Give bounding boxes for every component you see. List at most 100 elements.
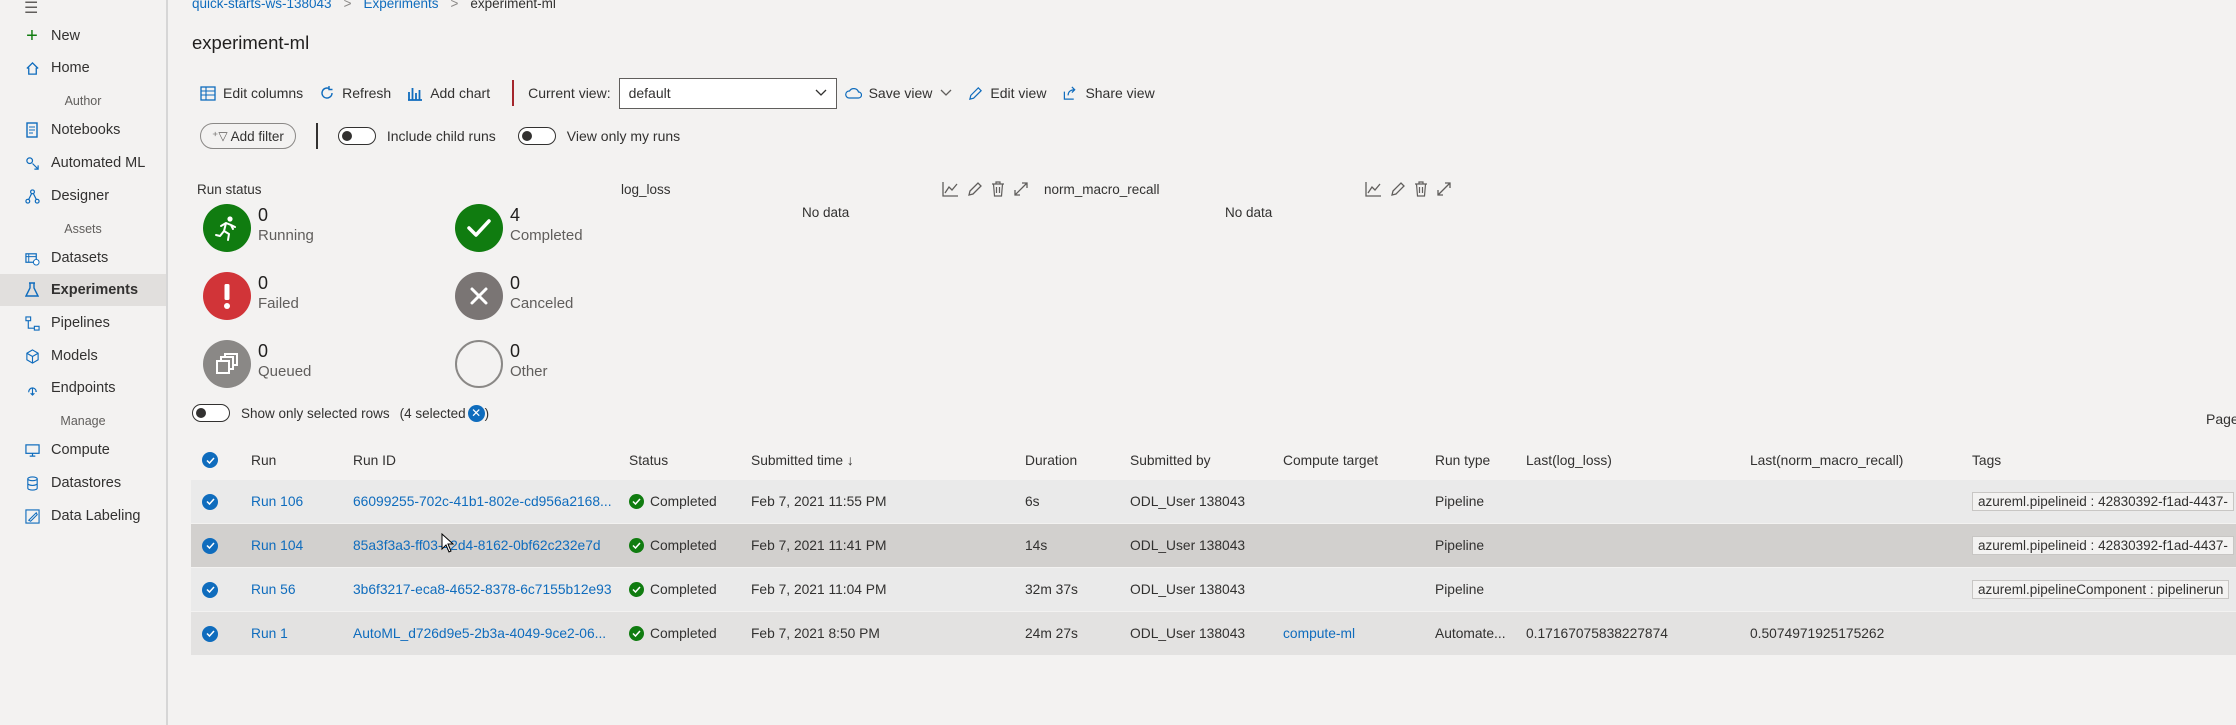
nav-home[interactable]: Home — [0, 52, 166, 84]
nav-datasets[interactable]: Datasets — [0, 242, 166, 274]
current-view-value: default — [628, 85, 671, 101]
duration: 14s — [1025, 538, 1048, 553]
trash-icon[interactable] — [991, 181, 1005, 197]
run-id-link[interactable]: 66099255-702c-41b1-802e-cd956a2168... — [353, 480, 629, 524]
col-run[interactable]: Run — [251, 440, 353, 480]
cube-icon — [24, 348, 40, 364]
last-log-loss: 0.17167075838227874 — [1526, 626, 1668, 641]
breadcrumb-experiments[interactable]: Experiments — [363, 0, 438, 11]
run-link[interactable]: Run 106 — [251, 480, 353, 524]
table-row[interactable]: Run 104 85a3f3a3-ff03-42d4-8162-0bf62c23… — [191, 523, 2236, 568]
select-all-checkbox[interactable] — [191, 440, 251, 480]
nav-models[interactable]: Models — [0, 340, 166, 372]
table-row[interactable]: Run 56 3b6f3217-eca8-4652-8378-6c7155b12… — [191, 567, 2236, 612]
edit-view-button[interactable]: Edit view — [968, 85, 1046, 101]
col-tags[interactable]: Tags — [1972, 440, 2236, 480]
run-link[interactable]: Run 1 — [251, 612, 353, 656]
nav-notebooks[interactable]: Notebooks — [0, 114, 166, 146]
nav-datastores-label: Datastores — [51, 475, 122, 491]
edit-view-label: Edit view — [990, 85, 1047, 101]
col-submitted-by[interactable]: Submitted by — [1130, 440, 1283, 480]
run-id-link[interactable]: AutoML_d726d9e5-2b3a-4049-9ce2-06... — [353, 612, 629, 656]
home-icon — [24, 60, 40, 76]
designer-icon — [24, 188, 40, 204]
add-chart-button[interactable]: Add chart — [407, 85, 490, 101]
nav-datastores[interactable]: Datastores — [0, 467, 166, 499]
exclamation-icon — [203, 272, 251, 320]
row-checkbox[interactable] — [191, 612, 251, 656]
hamburger-icon[interactable]: ☰ — [24, 0, 38, 18]
compute-target[interactable]: compute-ml — [1283, 612, 1435, 656]
row-checkbox[interactable] — [191, 524, 251, 568]
run-type: Pipeline — [1435, 582, 1485, 597]
table-row[interactable]: Run 1 AutoML_d726d9e5-2b3a-4049-9ce2-06.… — [191, 611, 2236, 656]
nav-experiments[interactable]: Experiments — [0, 274, 166, 306]
nav-experiments-label: Experiments — [51, 282, 139, 298]
line-chart-icon[interactable] — [942, 181, 959, 197]
queued-count: 0 — [258, 341, 269, 361]
add-filter-button[interactable]: ⁺▽ Add filter — [200, 123, 296, 149]
trash-icon[interactable] — [1414, 181, 1428, 197]
col-last-log-loss[interactable]: Last(log_loss) — [1526, 440, 1750, 480]
col-duration[interactable]: Duration — [1025, 440, 1130, 480]
nav-endpoints[interactable]: Endpoints — [0, 372, 166, 404]
nav-new[interactable]: + New — [0, 20, 166, 52]
refresh-button[interactable]: Refresh — [319, 85, 391, 101]
run-id-link[interactable]: 3b6f3217-eca8-4652-8378-6c7155b12e93 — [353, 568, 629, 612]
submitted-by: ODL_User 138043 — [1130, 494, 1246, 509]
show-selected-rows-toggle[interactable] — [192, 404, 230, 422]
labeling-icon — [24, 508, 40, 524]
failed-count: 0 — [258, 273, 269, 293]
col-run-type[interactable]: Run type — [1435, 440, 1526, 480]
run-link[interactable]: Run 104 — [251, 524, 353, 568]
save-view-button[interactable]: Save view — [844, 85, 932, 101]
compute-target[interactable] — [1283, 524, 1435, 568]
breadcrumb-workspace[interactable]: quick-starts-ws-138043 — [192, 0, 332, 11]
current-view-dropdown[interactable]: default — [618, 77, 837, 109]
compute-target[interactable] — [1283, 568, 1435, 612]
section-author: Author — [64, 94, 102, 108]
col-compute-target[interactable]: Compute target — [1283, 440, 1435, 480]
compute-target[interactable] — [1283, 480, 1435, 524]
refresh-label: Refresh — [342, 85, 392, 101]
col-submitted-time[interactable]: Submitted time ↓ — [751, 440, 1025, 480]
share-view-button[interactable]: Share view — [1062, 85, 1155, 101]
nav-compute[interactable]: Compute — [0, 434, 166, 466]
run-id-link[interactable]: 85a3f3a3-ff03-42d4-8162-0bf62c232e7d — [353, 524, 629, 568]
automated-ml-icon — [24, 155, 40, 171]
run-type: Automate... — [1435, 626, 1506, 641]
duration: 6s — [1025, 494, 1040, 509]
nav-designer[interactable]: Designer — [0, 180, 166, 212]
tag: azureml.pipelineComponent : pipelinerun — [1972, 580, 2230, 599]
status-text: Completed — [650, 538, 717, 553]
nav-datasets-label: Datasets — [51, 250, 109, 266]
clear-selection-icon[interactable]: ✕ — [467, 404, 485, 422]
col-status[interactable]: Status — [629, 440, 751, 480]
pencil-icon[interactable] — [1390, 181, 1406, 197]
row-checkbox[interactable] — [191, 480, 251, 524]
nav-pipelines[interactable]: Pipelines — [0, 307, 166, 339]
run-status-label: Run status — [197, 182, 262, 197]
chevron-down-icon[interactable] — [940, 89, 952, 97]
run-link[interactable]: Run 56 — [251, 568, 353, 612]
nav-data-labeling[interactable]: Data Labeling — [0, 500, 166, 532]
line-chart-icon[interactable] — [1365, 181, 1382, 197]
nav-models-label: Models — [51, 348, 98, 364]
show-selected-rows-label: Show only selected rows — [241, 405, 390, 421]
submitted-time: Feb 7, 2021 11:41 PM — [751, 538, 887, 553]
col-last-recall[interactable]: Last(norm_macro_recall) — [1750, 440, 1972, 480]
nav-home-label: Home — [51, 60, 90, 76]
only-my-runs-label: View only my runs — [566, 128, 681, 144]
only-my-runs-toggle[interactable] — [517, 127, 556, 145]
last-log-loss — [1526, 568, 1750, 612]
expand-icon[interactable] — [1436, 181, 1452, 197]
row-checkbox[interactable] — [191, 568, 251, 612]
nav-automated-ml[interactable]: Automated ML — [0, 147, 166, 179]
section-assets: Assets — [64, 222, 102, 236]
edit-columns-button[interactable]: Edit columns — [200, 85, 303, 101]
include-child-runs-toggle[interactable] — [337, 127, 376, 145]
table-row[interactable]: Run 106 66099255-702c-41b1-802e-cd956a21… — [191, 480, 2236, 524]
col-run-id[interactable]: Run ID — [353, 440, 629, 480]
expand-icon[interactable] — [1013, 181, 1029, 197]
pencil-icon[interactable] — [967, 181, 983, 197]
